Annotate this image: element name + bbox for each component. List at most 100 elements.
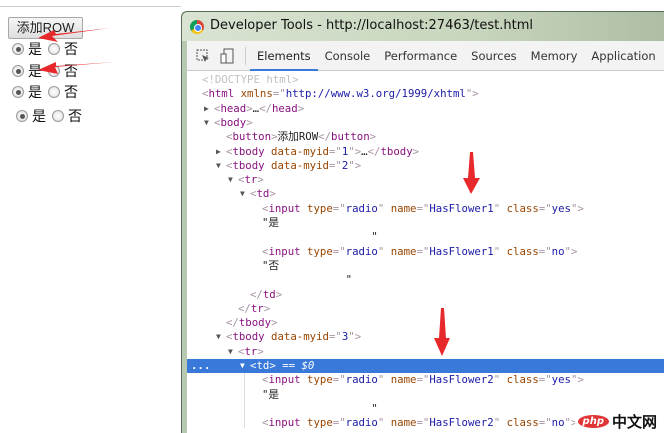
token-av: HasFlower1 (429, 244, 494, 258)
dom-node-line[interactable]: <input type="radio" name="HasFlower1" cl… (187, 202, 664, 216)
token-tx: "是 (262, 387, 280, 401)
token-br: "> (564, 244, 578, 258)
token-br: > (269, 187, 276, 201)
radio-no[interactable] (48, 86, 60, 98)
radio-yes-label: 是 (32, 109, 46, 125)
token-br: > (297, 101, 305, 115)
browser-edge (0, 0, 181, 7)
dom-node-line[interactable]: <button>添加ROW</button> (187, 130, 664, 144)
radio-yes[interactable] (12, 86, 24, 98)
dom-node-line[interactable]: <!DOCTYPE html> (187, 73, 664, 87)
token-tx: "是 (262, 216, 280, 229)
inspect-element-icon[interactable] (195, 48, 211, 64)
token-br: </ (250, 287, 263, 301)
node-text: <input type="radio" name="HasFlower2" cl… (262, 416, 577, 430)
node-text: <!DOCTYPE html> (202, 73, 299, 87)
node-text: <tbody data-myid="1">…</tbody> (226, 145, 419, 159)
radio-no[interactable] (48, 65, 60, 77)
radio-yes[interactable] (12, 43, 24, 55)
dom-node-line[interactable]: ▼ <tbody data-myid="2"> (187, 159, 664, 173)
radio-row: 是否 (12, 83, 84, 101)
dom-node-line[interactable]: " (187, 230, 664, 244)
token-av: radio (345, 244, 378, 258)
dom-node-line[interactable]: </tr> (187, 302, 664, 316)
collapse-triangle-icon[interactable]: ▼ (216, 330, 221, 344)
token-eq: == $0 (282, 359, 315, 372)
node-text: <td> == $0 (250, 359, 314, 373)
dom-node-line[interactable]: ▼ <tbody data-myid="3"> (187, 330, 664, 344)
device-toolbar-icon[interactable] (219, 48, 235, 64)
tab-sources[interactable]: Sources (464, 41, 524, 71)
token-br: " (493, 201, 507, 215)
token-br: > (257, 173, 264, 187)
dom-node-line[interactable]: </tbody> (187, 316, 664, 330)
node-text: <tbody data-myid="3"> (226, 330, 361, 344)
dom-node-selected[interactable]: ... ▼ <td> == $0 (187, 359, 664, 374)
collapse-triangle-icon[interactable]: ▼ (240, 359, 245, 373)
dom-node-line[interactable]: ▼ <body> (187, 116, 664, 130)
dom-node-line[interactable]: ▼ <tr> (187, 173, 664, 187)
expand-triangle-icon[interactable]: ▶ (216, 145, 221, 159)
expand-triangle-icon[interactable]: ▶ (204, 102, 209, 116)
tab-memory[interactable]: Memory (524, 41, 585, 71)
dom-node-line[interactable]: "是 (187, 216, 664, 230)
token-br: =" (538, 373, 552, 387)
tree-guide-line (244, 373, 245, 429)
token-br: > (369, 130, 377, 144)
collapse-triangle-icon[interactable]: ▼ (240, 187, 245, 201)
radio-no[interactable] (52, 110, 64, 122)
node-text: <button>添加ROW</button> (226, 130, 376, 144)
collapse-triangle-icon[interactable]: ▼ (228, 345, 233, 359)
token-an: type (307, 201, 333, 215)
dom-node-line[interactable]: <input type="radio" name="HasFlower2" cl… (187, 373, 664, 387)
token-br: " (493, 244, 507, 258)
token-br: =" (416, 201, 430, 215)
node-menu-dots[interactable]: ... (191, 359, 210, 373)
token-br: " (377, 244, 391, 258)
token-an: data-myid (271, 330, 329, 344)
tab-performance[interactable]: Performance (377, 41, 464, 71)
node-text: <head>…</head> (214, 102, 304, 116)
tab-console[interactable]: Console (318, 41, 378, 71)
dom-node-line[interactable]: "否 (187, 259, 664, 273)
node-text: " (262, 273, 352, 287)
dom-node-line[interactable]: <input type="radio" name="HasFlower1" cl… (187, 245, 664, 259)
token-tag: tr (244, 173, 258, 187)
dom-node-line[interactable]: "是 (187, 388, 664, 402)
node-text: </td> (250, 288, 282, 302)
elements-tree: <!DOCTYPE html> <html xmlns="http://www.w… (187, 71, 664, 433)
add-row-button[interactable]: 添加ROW (8, 17, 83, 39)
radio-yes[interactable] (12, 65, 24, 77)
radio-no[interactable] (48, 43, 60, 55)
token-an: data-myid (271, 158, 329, 172)
dom-node-line[interactable]: </td> (187, 288, 664, 302)
dom-node-line[interactable]: <html xmlns="http://www.w3.org/1999/xhtm… (187, 87, 664, 101)
node-text: " (262, 230, 377, 244)
collapse-triangle-icon[interactable]: ▼ (216, 159, 221, 173)
tab-application[interactable]: Application (584, 41, 662, 71)
radio-row: 是否 (12, 40, 84, 58)
token-tag: tr (250, 301, 264, 315)
dom-node-line[interactable]: ▼ <tr> (187, 345, 664, 359)
radio-yes[interactable] (16, 110, 28, 122)
collapse-triangle-icon[interactable]: ▼ (228, 173, 233, 187)
token-tx: 添加ROW (277, 130, 319, 144)
node-text: <input type="radio" name="HasFlower1" cl… (262, 202, 584, 216)
radio-no-label: 否 (64, 42, 78, 58)
node-text: <td> (250, 187, 276, 201)
dom-node-line[interactable]: " (187, 273, 664, 287)
token-tag: head (220, 101, 247, 115)
collapse-triangle-icon[interactable]: ▼ (204, 116, 209, 130)
radio-yes-label: 是 (28, 85, 42, 101)
token-tag: tbody (238, 316, 272, 330)
devtools-titlebar[interactable]: Developer Tools - http://localhost:27463… (182, 12, 664, 41)
token-an: xmlns (240, 87, 273, 101)
tab-elements[interactable]: Elements (250, 41, 318, 71)
dom-node-line[interactable]: ▼ <td> (187, 187, 664, 201)
dom-node-line[interactable]: ▶ <head>…</head> (187, 102, 664, 116)
token-tag: html (208, 87, 241, 101)
token-br: =" (332, 416, 346, 430)
token-br: " (377, 416, 391, 430)
dom-node-line[interactable]: ▶ <tbody data-myid="1">…</tbody> (187, 145, 664, 159)
node-text: <tbody data-myid="2"> (226, 159, 361, 173)
